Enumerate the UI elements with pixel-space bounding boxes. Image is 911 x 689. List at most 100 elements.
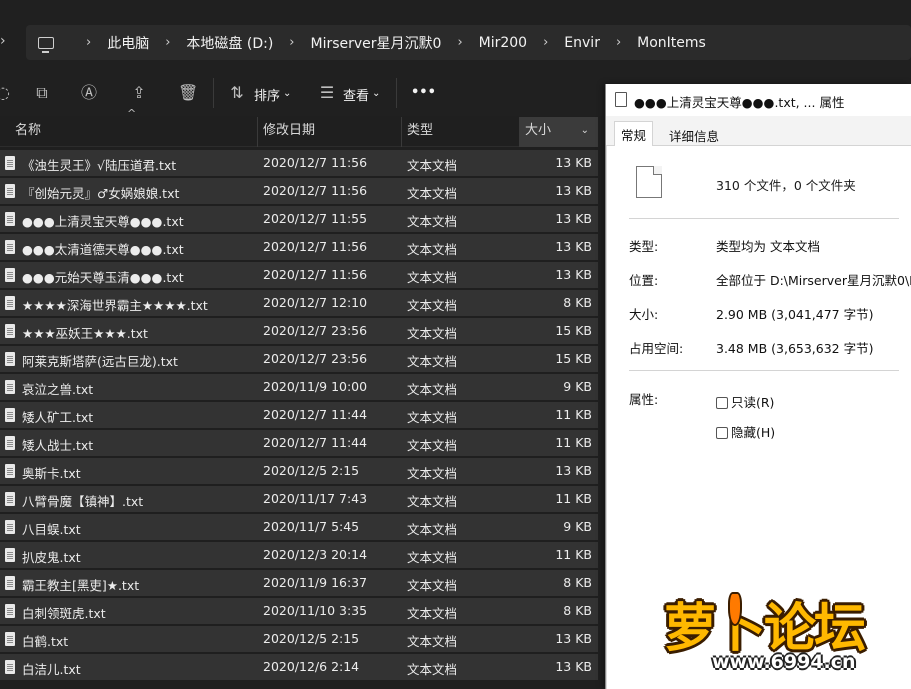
file-size: 13 KB [555,659,592,674]
file-row[interactable]: 白鹤.txt 2020/12/5 2:15 文本文档 13 KB [0,626,598,652]
file-size: 13 KB [555,239,592,254]
file-row[interactable]: ★★★★深海世界霸主★★★★.txt 2020/12/7 12:10 文本文档 8 K… [0,290,598,316]
chevron-down-icon[interactable]: ⌄ [581,117,589,145]
file-row[interactable]: 矮人矿工.txt 2020/12/7 11:44 文本文档 11 KB [0,402,598,428]
file-row[interactable]: ●●●上清灵宝天尊●●●.txt 2020/12/7 11:55 文本文档 13 KB [0,206,598,232]
file-row[interactable]: 白洁儿.txt 2020/12/6 2:14 文本文档 13 KB [0,654,598,680]
copy-icon[interactable]: ⧉ [33,84,51,102]
file-date: 2020/11/17 7:43 [263,491,368,506]
column-header-name[interactable]: 名称 [10,117,258,147]
file-name: 《浊生灵王》√陆压道君.txt [22,158,177,173]
more-options-button[interactable]: ••• [411,85,436,100]
text-file-icon [5,184,15,198]
file-row[interactable]: 白刺领斑虎.txt 2020/11/10 3:35 文本文档 8 KB [0,598,598,624]
address-bar[interactable]: › 此电脑 › 本地磁盘 (D:) › Mirserver星月沉默0 › Mir… [26,25,911,60]
text-file-icon [5,632,15,646]
tab-details[interactable]: 详细信息 [663,123,725,146]
file-type: 文本文档 [407,466,458,481]
chevron-right-icon[interactable]: › [86,35,91,50]
breadcrumb-disk-d[interactable]: 本地磁盘 (D:) [186,33,273,53]
breadcrumb-mir200[interactable]: Mir200 [479,35,527,51]
file-type: 文本文档 [407,214,458,229]
column-header-size[interactable]: 大小 ⌄ [520,117,598,147]
chevron-right-icon[interactable]: › [543,35,548,50]
sort-button[interactable]: 排序 [254,85,280,104]
readonly-checkbox[interactable]: 只读(R) [716,392,774,411]
hidden-checkbox[interactable]: 隐藏(H) [716,422,775,441]
breadcrumb-this-pc[interactable]: 此电脑 [107,33,149,53]
toolbar-divider [396,78,397,108]
file-date: 2020/12/7 11:56 [263,239,368,254]
file-row[interactable]: 扒皮鬼.txt 2020/12/3 20:14 文本文档 11 KB [0,542,598,568]
chevron-right-icon[interactable]: › [289,35,294,50]
file-row[interactable]: 《浊生灵王》√陆压道君.txt 2020/12/7 11:56 文本文档 13 KB [0,150,598,176]
file-type: 文本文档 [407,578,458,593]
file-row[interactable]: ●●●元始天尊玉清●●●.txt 2020/12/7 11:56 文本文档 13 KB [0,262,598,288]
text-file-icon [5,156,15,170]
view-icon[interactable]: ☰ [318,84,336,102]
dialog-titlebar[interactable]: ●●●上清灵宝天尊●●●.txt, ... 属性 [606,84,911,116]
file-type: 文本文档 [407,382,458,397]
file-row[interactable]: 霸王教主[黑吏]★.txt 2020/11/9 16:37 文本文档 8 KB [0,570,598,596]
file-size: 11 KB [555,491,592,506]
chevron-right-icon[interactable]: › [457,35,462,50]
chevron-right-icon[interactable]: › [165,35,170,50]
breadcrumb-mirserver[interactable]: Mirserver星月沉默0 [310,33,441,53]
text-file-icon [5,520,15,534]
chevron-right-icon[interactable]: › [616,35,621,50]
attributes-label: 属性: [629,392,659,407]
file-type: 文本文档 [407,606,458,621]
file-size: 8 KB [563,295,592,310]
share-icon[interactable]: ⇪ [130,84,148,102]
file-row[interactable]: 八目蜈.txt 2020/11/7 5:45 文本文档 9 KB [0,514,598,540]
file-date: 2020/11/9 16:37 [263,575,368,590]
file-date: 2020/12/7 12:10 [263,295,368,310]
checkbox-box[interactable] [716,427,728,439]
cut-icon[interactable]: ◌ [0,84,12,102]
file-size: 11 KB [555,407,592,422]
file-date: 2020/11/10 3:35 [263,603,368,618]
file-row[interactable]: ★★★巫妖王★★★.txt 2020/12/7 23:56 文本文档 15 KB [0,318,598,344]
computer-icon[interactable] [38,36,54,53]
text-file-icon [5,380,15,394]
file-name: 八臂骨魔【镇神】.txt [22,494,144,509]
file-name: 矮人矿工.txt [22,410,94,425]
file-date: 2020/11/9 10:00 [263,379,368,394]
file-date: 2020/12/3 20:14 [263,547,368,562]
text-file-icon [5,492,15,506]
file-type: 文本文档 [407,158,458,173]
file-size: 13 KB [555,211,592,226]
file-name: 扒皮鬼.txt [22,550,81,565]
chevron-down-icon[interactable]: ⌄ [283,88,291,99]
file-name: 哀泣之兽.txt [22,382,94,397]
file-row[interactable]: 矮人战士.txt 2020/12/7 11:44 文本文档 11 KB [0,430,598,456]
hidden-label: 隐藏(H) [731,425,776,440]
view-button[interactable]: 查看 [343,85,369,104]
sort-icon[interactable]: ⇅ [228,84,246,102]
file-row[interactable]: 阿莱克斯塔萨(远古巨龙).txt 2020/12/7 23:56 文本文档 15 KB [0,346,598,372]
rename-icon[interactable]: Ⓐ [80,84,98,102]
text-file-icon [5,464,15,478]
file-type: 文本文档 [407,550,458,565]
delete-icon[interactable]: 🗑 [178,84,198,102]
chevron-left-icon[interactable]: › [0,33,6,49]
file-name: ★★★巫妖王★★★.txt [22,326,148,341]
breadcrumb-envir[interactable]: Envir [564,35,600,51]
file-type: 文本文档 [407,438,458,453]
breadcrumb-monitems[interactable]: MonItems [637,35,706,51]
watermark-url: www.6994.cn [712,651,856,673]
type-label: 类型: [629,239,659,254]
column-header-date[interactable]: 修改日期 [258,117,402,147]
tab-general[interactable]: 常规 [614,121,654,147]
file-row[interactable]: 哀泣之兽.txt 2020/11/9 10:00 文本文档 9 KB [0,374,598,400]
chevron-down-icon[interactable]: ⌄ [372,88,380,99]
file-row[interactable]: 奥斯卡.txt 2020/12/5 2:15 文本文档 13 KB [0,458,598,484]
divider [629,370,899,371]
column-header-type[interactable]: 类型 [402,117,520,147]
file-name: 八目蜈.txt [22,522,81,537]
file-row[interactable]: ●●●太清道德天尊●●●.txt 2020/12/7 11:56 文本文档 13 KB [0,234,598,260]
file-row[interactable]: 八臂骨魔【镇神】.txt 2020/11/17 7:43 文本文档 11 KB [0,486,598,512]
checkbox-box[interactable] [716,397,728,409]
forum-watermark: 萝卜论坛 www.6994.cn [660,586,900,684]
file-row[interactable]: 『创始元灵』♂女娲娘娘.txt 2020/12/7 11:56 文本文档 13 KB [0,178,598,204]
